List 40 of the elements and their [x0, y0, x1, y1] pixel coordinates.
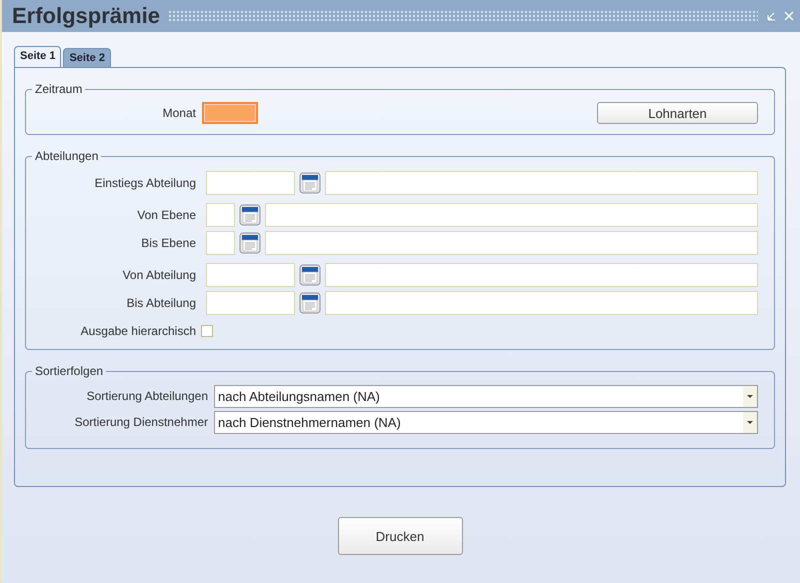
- field-label: Bis Abteilung: [126, 296, 197, 310]
- code-field[interactable]: [206, 291, 295, 315]
- field-label: Monat: [162, 106, 197, 120]
- description-field[interactable]: [265, 231, 758, 255]
- dropdown[interactable]: nach Dienstnehmernamen (NA): [214, 410, 758, 434]
- lohnarten-button[interactable]: Lohnarten: [597, 102, 758, 124]
- checkbox[interactable]: [201, 325, 213, 337]
- field-label: Bis Ebene: [140, 236, 197, 250]
- description-field[interactable]: [325, 171, 758, 195]
- section-legend: Zeitraum: [32, 82, 86, 96]
- code-field[interactable]: [206, 231, 235, 255]
- field-label: Von Ebene: [136, 208, 197, 222]
- description-field[interactable]: [325, 263, 758, 287]
- section-legend: Abteilungen: [32, 149, 102, 163]
- field-label: Von Abteilung: [122, 268, 197, 282]
- code-field[interactable]: [206, 263, 295, 287]
- field-label: Sortierung Abteilungen: [86, 389, 209, 403]
- checkbox-label: Ausgabe hierarchisch: [80, 324, 197, 338]
- code-field[interactable]: [206, 203, 235, 227]
- list-icon[interactable]: [299, 292, 321, 314]
- caret-icon: [743, 386, 757, 406]
- code-field[interactable]: [206, 171, 295, 195]
- section-legend: Sortierfolgen: [32, 364, 106, 378]
- list-icon[interactable]: [239, 204, 261, 226]
- close-icon[interactable]: [784, 11, 794, 21]
- dropdown[interactable]: nach Abteilungsnamen (NA): [214, 384, 758, 408]
- description-field[interactable]: [265, 203, 758, 227]
- window-title: Erfolgsprämie: [12, 3, 160, 29]
- tab[interactable]: Seite 2: [63, 48, 111, 67]
- tab[interactable]: Seite 1: [14, 46, 62, 67]
- minimize-icon[interactable]: [766, 11, 776, 21]
- print-button[interactable]: Drucken: [338, 517, 462, 555]
- caret-icon: [743, 412, 757, 432]
- description-field[interactable]: [325, 291, 758, 315]
- month-field[interactable]: [202, 102, 258, 124]
- field-label: Sortierung Dienstnehmer: [74, 415, 209, 429]
- list-icon[interactable]: [299, 172, 321, 194]
- list-icon[interactable]: [299, 264, 321, 286]
- field-label: Einstiegs Abteilung: [94, 176, 197, 190]
- list-icon[interactable]: [239, 232, 261, 254]
